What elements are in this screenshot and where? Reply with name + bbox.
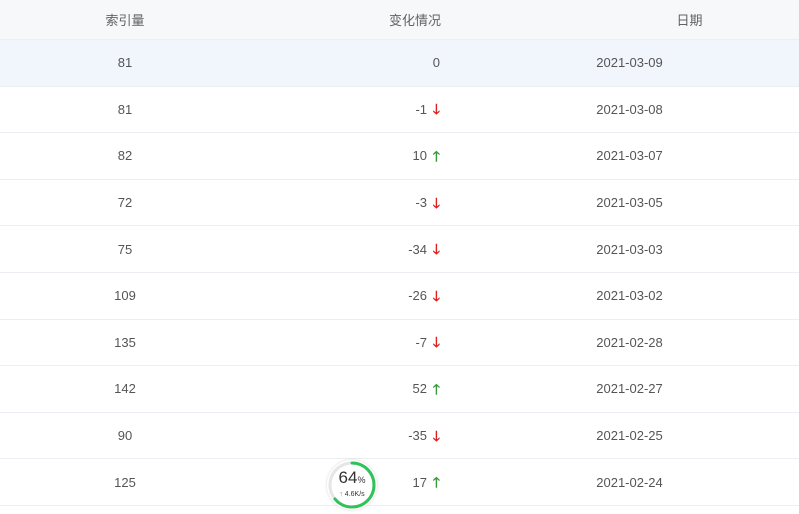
- table-row[interactable]: 142 52 🡑 2021-02-27: [0, 366, 799, 413]
- change-value: -35: [408, 428, 427, 444]
- cell-index: 72: [117, 195, 133, 211]
- cell-change: -35 🡓: [250, 428, 440, 443]
- arrow-down-icon: 🡓: [432, 241, 440, 258]
- speed-value: 4.6K/s: [344, 491, 365, 498]
- cell-date: 2021-03-09: [596, 55, 663, 71]
- arrow-down-icon: 🡓: [432, 101, 440, 118]
- cell-date: 2021-03-02: [596, 288, 663, 304]
- cell-date: 2021-03-05: [596, 195, 663, 211]
- arrow-down-icon: 🡓: [432, 427, 440, 444]
- change-value: -26: [408, 288, 427, 304]
- cell-change: -34 🡓: [250, 242, 440, 257]
- cell-date: 2021-03-03: [596, 241, 663, 257]
- cell-index: 125: [114, 474, 136, 490]
- change-value: 17: [412, 474, 427, 490]
- arrow-down-icon: 🡓: [432, 334, 440, 351]
- table-row[interactable]: 75 -34 🡓 2021-03-03: [0, 226, 799, 273]
- change-value: 10: [412, 148, 427, 164]
- change-value: -1: [415, 101, 427, 117]
- network-speed-widget[interactable]: 64% ↑ 4.6K/s: [327, 460, 377, 510]
- cell-change: -1 🡓: [250, 102, 440, 117]
- arrow-up-icon: 🡑: [432, 474, 440, 491]
- memory-percent: 64%: [327, 469, 377, 489]
- cell-index: 142: [114, 381, 136, 397]
- cell-index: 82: [117, 148, 133, 164]
- header-index[interactable]: 索引量: [0, 10, 250, 29]
- table-row[interactable]: 82 10 🡑 2021-03-07: [0, 133, 799, 180]
- arrow-up-icon: 🡑: [432, 380, 440, 397]
- cell-date: 2021-02-27: [596, 381, 663, 397]
- cell-index: 90: [117, 428, 133, 444]
- table-row[interactable]: 135 -7 🡓 2021-02-28: [0, 320, 799, 367]
- cell-date: 2021-03-07: [596, 148, 663, 164]
- table-body: 81 0 2021-03-09 81 -1 🡓 2021-03-08 82 10 🡑 2021-03…: [0, 40, 799, 506]
- cell-change: -7 🡓: [250, 335, 440, 350]
- cell-date: 2021-03-08: [596, 101, 663, 117]
- change-value: 0: [432, 55, 440, 71]
- cell-index: 109: [114, 288, 136, 304]
- cell-index: 81: [117, 55, 133, 71]
- table-row[interactable]: 81 0 2021-03-09: [0, 40, 799, 87]
- upload-arrow-icon: ↑: [339, 491, 343, 498]
- header-change[interactable]: 变化情况: [250, 10, 580, 29]
- arrow-up-icon: 🡑: [432, 147, 440, 164]
- cell-change: 52 🡑: [250, 381, 440, 396]
- cell-change: -26 🡓: [250, 288, 440, 303]
- cell-index: 81: [117, 101, 133, 117]
- table-row[interactable]: 72 -3 🡓 2021-03-05: [0, 180, 799, 227]
- table-row[interactable]: 109 -26 🡓 2021-03-02: [0, 273, 799, 320]
- cell-date: 2021-02-24: [596, 474, 663, 490]
- cell-change: 10 🡑: [250, 148, 440, 163]
- change-value: -34: [408, 241, 427, 257]
- cell-date: 2021-02-25: [596, 428, 663, 444]
- table-row[interactable]: 125 17 🡑 2021-02-24: [0, 459, 799, 506]
- arrow-down-icon: 🡓: [432, 194, 440, 211]
- change-value: -7: [415, 334, 427, 350]
- cell-date: 2021-02-28: [596, 334, 663, 350]
- cell-change: 0: [250, 55, 440, 70]
- index-table: 索引量 变化情况 日期 81 0 2021-03-09 81 -1 🡓 2021-03-08…: [0, 0, 799, 506]
- table-row[interactable]: 81 -1 🡓 2021-03-08: [0, 87, 799, 134]
- table-row[interactable]: 90 -35 🡓 2021-02-25: [0, 413, 799, 460]
- cell-index: 135: [114, 334, 136, 350]
- change-value: 52: [412, 381, 427, 397]
- table-header: 索引量 变化情况 日期: [0, 0, 799, 40]
- arrow-down-icon: 🡓: [432, 287, 440, 304]
- header-date[interactable]: 日期: [580, 10, 799, 29]
- cell-index: 75: [117, 241, 133, 257]
- cell-change: -3 🡓: [250, 195, 440, 210]
- change-value: -3: [415, 195, 427, 211]
- upload-speed: ↑ 4.6K/s: [327, 491, 377, 499]
- percent-value: 64: [338, 468, 358, 487]
- percent-symbol: %: [357, 475, 366, 485]
